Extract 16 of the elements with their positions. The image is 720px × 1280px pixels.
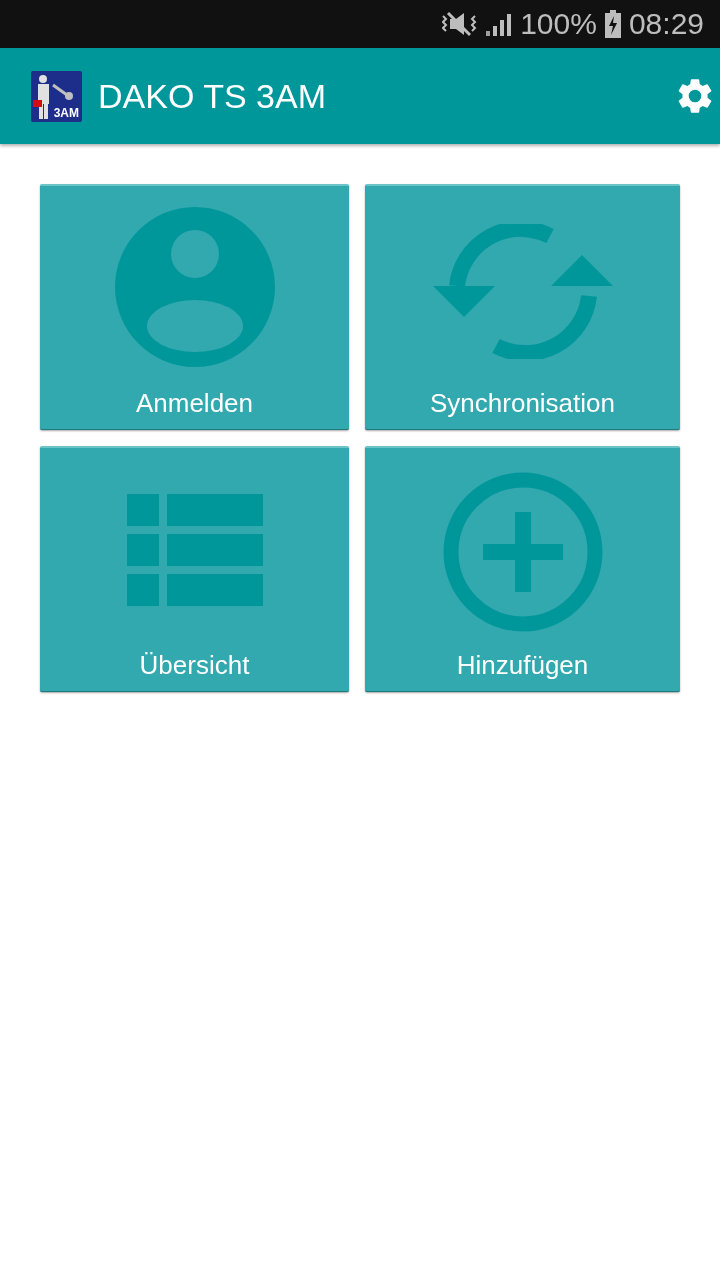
logo-text: 3AM	[53, 106, 79, 119]
mute-icon	[442, 11, 479, 37]
person-icon	[113, 206, 276, 368]
add-icon	[442, 472, 603, 632]
logo-drawing	[31, 70, 82, 122]
app-title: DAKO TS 3AM	[98, 76, 327, 116]
menu-tile[interactable]: Hinzufügen	[365, 446, 680, 692]
battery-percentage: 100%	[520, 9, 597, 39]
battery-charging-icon	[604, 10, 621, 38]
menu-tile[interactable]: Anmelden	[40, 184, 349, 430]
sync-icon	[432, 224, 613, 359]
menu-tile[interactable]: Synchronisation	[365, 184, 680, 430]
list-icon	[126, 494, 263, 606]
clock-time: 08:29	[628, 9, 704, 39]
signal-icon	[486, 11, 513, 37]
menu-tile[interactable]: Übersicht	[40, 446, 349, 692]
